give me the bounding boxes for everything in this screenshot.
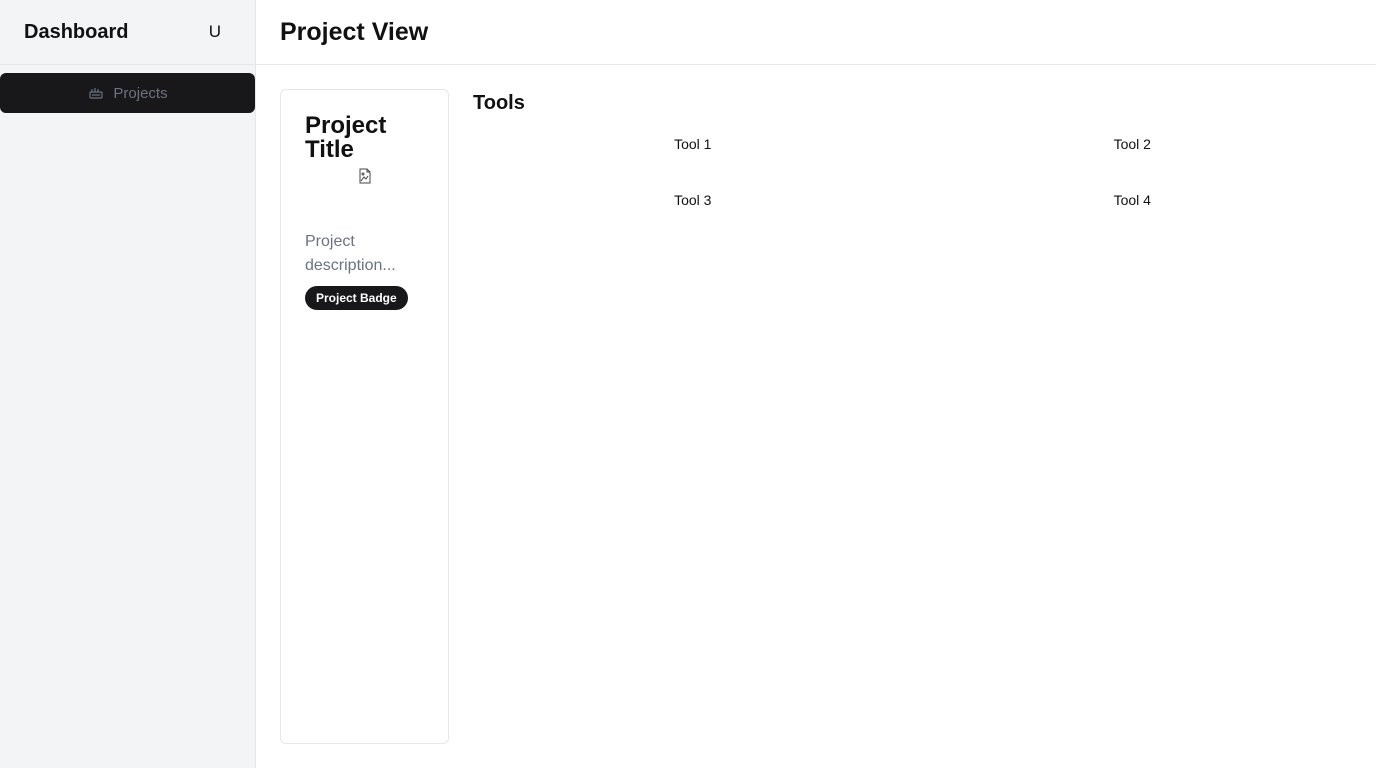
- brand-title: Dashboard: [24, 20, 129, 43]
- project-badge: Project Badge: [305, 286, 408, 310]
- content: Project Title Project description... Pro…: [256, 65, 1376, 768]
- tool-item[interactable]: Tool 4: [913, 189, 1353, 211]
- sidebar-nav: Projects: [0, 65, 255, 113]
- tools-section: Tools Tool 1 Tool 2 Tool 3 Tool 4: [473, 89, 1352, 744]
- app-root: Dashboard U Projects Project View Projec…: [0, 0, 1376, 768]
- topbar: Project View: [256, 0, 1376, 65]
- project-title: Project Title: [305, 112, 387, 163]
- tool-item[interactable]: Tool 1: [473, 133, 913, 155]
- avatar[interactable]: U: [209, 22, 221, 42]
- tools-title: Tools: [473, 92, 525, 114]
- tool-item[interactable]: Tool 2: [913, 133, 1353, 155]
- sidebar-item-projects[interactable]: Projects: [0, 73, 255, 113]
- main-area: Project View Project Title Project descr…: [256, 0, 1376, 768]
- page-title: Project View: [280, 17, 429, 46]
- sidebar-item-label: Projects: [113, 84, 168, 102]
- project-description: Project description...: [305, 233, 396, 274]
- tools-grid: Tool 1 Tool 2 Tool 3 Tool 4: [473, 133, 1352, 211]
- tool-item[interactable]: Tool 3: [473, 189, 913, 211]
- sidebar-header: Dashboard U: [0, 0, 255, 65]
- project-card: Project Title Project description... Pro…: [280, 89, 449, 744]
- broken-image-icon: [305, 168, 424, 184]
- sidebar: Dashboard U Projects: [0, 0, 256, 768]
- projects-icon: [87, 84, 105, 102]
